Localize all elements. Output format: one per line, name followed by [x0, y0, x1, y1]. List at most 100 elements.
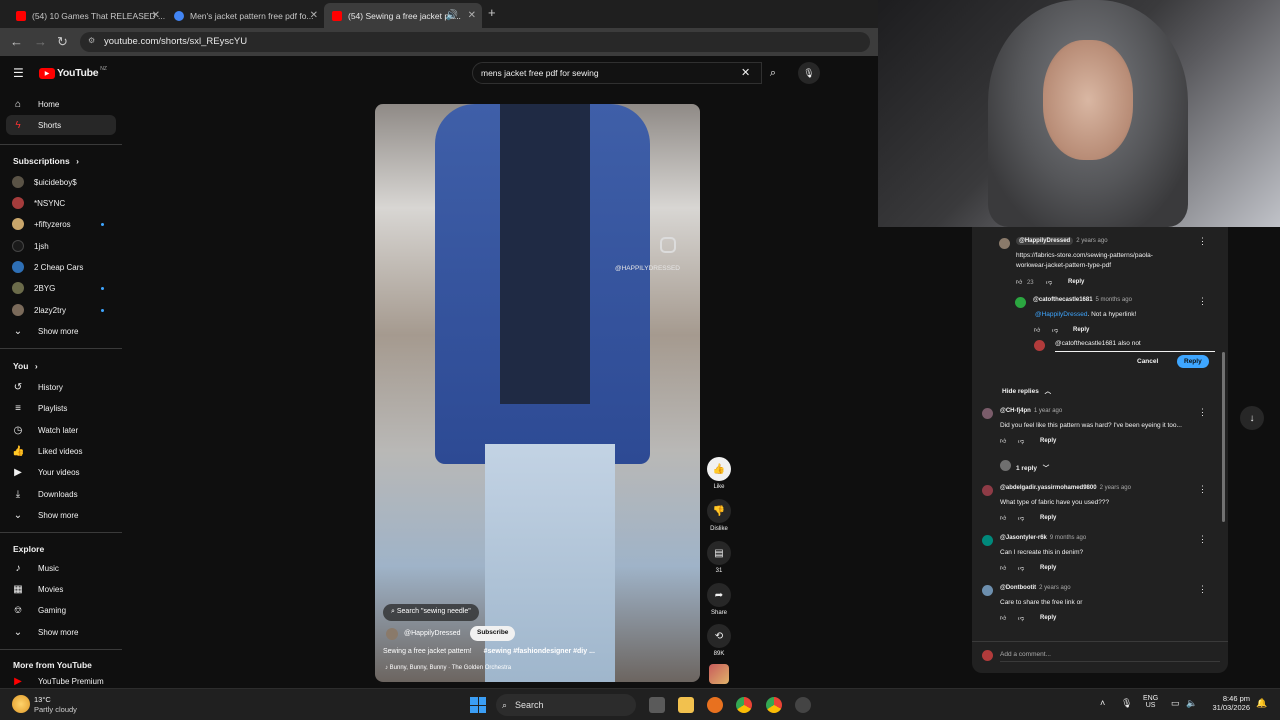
sidebar-show-more-you[interactable]: ⌄ Show more — [6, 505, 116, 525]
commenter-avatar[interactable] — [982, 535, 993, 546]
sidebar-item-shorts[interactable]: ϟ Shorts — [6, 115, 116, 135]
thumbs-up-icon[interactable]: 👍︎ — [1034, 326, 1040, 334]
sidebar-item-gaming[interactable]: ⎊ Gaming — [6, 600, 116, 620]
thumbs-up-icon[interactable]: 👍︎ — [1000, 514, 1006, 522]
commenter-avatar[interactable] — [1015, 297, 1026, 308]
comment-like-button[interactable]: 👍︎ 23 — [1016, 278, 1034, 286]
weather-condition[interactable]: Partly cloudy — [34, 705, 77, 714]
sidebar-item-playlists[interactable]: ≡ Playlists — [6, 398, 116, 418]
commenter-avatar[interactable] — [982, 585, 993, 596]
subscribe-button[interactable]: Subscribe — [470, 626, 516, 641]
you-heading[interactable]: You › — [13, 361, 38, 371]
submit-reply-button[interactable]: Reply — [1177, 355, 1209, 368]
task-view-icon[interactable] — [649, 697, 665, 713]
add-comment-input[interactable]: Add a comment... — [1000, 651, 1220, 662]
volume-icon[interactable]: 🔈 — [1186, 698, 1197, 709]
close-tab-icon[interactable]: ✕ — [468, 10, 476, 21]
new-tab-icon[interactable]: + — [488, 5, 496, 20]
notification-bell-icon[interactable]: 🔔 — [1256, 698, 1267, 709]
language-indicator[interactable]: ENG US — [1143, 695, 1158, 709]
back-arrow-icon[interactable]: ← — [10, 34, 23, 49]
clear-search-icon[interactable]: ✕ — [741, 66, 750, 79]
remix-button[interactable]: ⟲ 89K — [707, 624, 731, 657]
sidebar-item-home[interactable]: ⌂ Home — [6, 94, 116, 114]
more-options-icon[interactable]: ⋮ — [1198, 484, 1207, 495]
sidebar-item-history[interactable]: ↺ History — [6, 377, 116, 397]
speaker-icon[interactable]: 🔊 — [446, 10, 458, 21]
channel-name[interactable]: @HappilyDressed — [404, 630, 461, 637]
browser-tab-2[interactable]: Men's jacket pattern free pdf fo... ✕ — [166, 3, 324, 28]
more-options-icon[interactable]: ⋮ — [1198, 534, 1207, 545]
network-icon[interactable]: ▭ — [1171, 698, 1180, 709]
cancel-button[interactable]: Cancel — [1137, 358, 1158, 365]
thumbs-down-icon[interactable]: 👎︎ — [1018, 514, 1024, 522]
clock[interactable]: 8:46 pm 31/03/2026 — [1208, 694, 1250, 712]
chevron-up-icon[interactable]: ˄ — [1100, 698, 1105, 708]
search-input[interactable]: mens jacket free pdf for sewing — [472, 62, 762, 84]
microphone-icon[interactable]: 🎙 — [1121, 698, 1132, 709]
more-options-icon[interactable]: ⋮ — [1198, 584, 1207, 595]
reply-button[interactable]: Reply — [1073, 327, 1089, 333]
browser-tab-3-active[interactable]: (54) Sewing a free jacket pa... 🔊 ✕ — [324, 3, 482, 28]
share-button[interactable]: ➦ Share — [707, 583, 731, 616]
search-button[interactable]: ⌕ — [762, 62, 784, 84]
sidebar-item-subscription[interactable]: 1jsh — [6, 236, 116, 256]
address-bar[interactable]: ⚙ youtube.com/shorts/sxl_REyscYU — [80, 32, 870, 52]
commenter-avatar[interactable] — [982, 408, 993, 419]
search-suggestion-chip[interactable]: ⌕ Search "sewing needle" — [383, 604, 479, 621]
sidebar-item-music[interactable]: ♪ Music — [6, 558, 116, 578]
sidebar-item-subscription[interactable]: 2 Cheap Cars — [6, 257, 116, 277]
reply-button[interactable]: Reply — [1068, 279, 1084, 285]
more-options-icon[interactable]: ⋮ — [1198, 236, 1207, 247]
sidebar-show-more-explore[interactable]: ⌄ Show more — [6, 622, 116, 642]
reload-icon[interactable]: ↻ — [57, 34, 68, 50]
comment-author[interactable]: @Dontbootit 2 years ago — [1000, 585, 1071, 591]
sidebar-item-watch-later[interactable]: ◷ Watch later — [6, 420, 116, 440]
forward-arrow-icon[interactable]: → — [34, 34, 47, 49]
app-icon[interactable] — [707, 697, 723, 713]
sidebar-item-subscription[interactable]: $uicideboy$ — [6, 172, 116, 192]
subscriptions-heading[interactable]: Subscriptions › — [13, 156, 79, 166]
file-explorer-icon[interactable] — [678, 697, 694, 713]
taskbar-search-box[interactable]: ⌕ Search — [496, 694, 636, 716]
more-options-icon[interactable]: ⋮ — [1198, 296, 1207, 307]
chrome-icon[interactable] — [736, 697, 752, 713]
reply-button[interactable]: Reply — [1040, 565, 1056, 571]
close-tab-icon[interactable]: ✕ — [310, 10, 318, 21]
sound-thumbnail[interactable] — [709, 664, 729, 684]
thumbs-up-icon[interactable]: 👍︎ — [1000, 437, 1006, 445]
next-short-button[interactable]: ↓ — [1240, 406, 1264, 430]
sidebar-item-movies[interactable]: ▦ Movies — [6, 579, 116, 599]
reply-input[interactable]: @catofthecastle1681 also not — [1055, 340, 1215, 352]
sidebar-item-subscription[interactable]: *NSYNC — [6, 193, 116, 213]
browser-tab-1[interactable]: (54) 10 Games That RELEASED ... ✕ — [8, 3, 166, 28]
weather-icon[interactable] — [12, 695, 30, 713]
short-video-player[interactable]: @HAPPILYDRESSED ⌕ Search "sewing needle"… — [375, 104, 700, 682]
thumbs-down-icon[interactable]: 👎︎ — [1018, 614, 1024, 622]
sidebar-item-your-videos[interactable]: ▶ Your videos — [6, 462, 116, 482]
windows-start-icon[interactable] — [470, 697, 486, 713]
reply-button[interactable]: Reply — [1040, 438, 1056, 444]
thumbs-down-icon[interactable]: 👎︎ — [1018, 437, 1024, 445]
dislike-button[interactable]: 👎 Dislike — [707, 499, 731, 532]
mention-link[interactable]: @HappilyDressed — [1035, 311, 1087, 318]
comment-author[interactable]: @catofthecastle1681 5 months ago — [1033, 297, 1132, 303]
thumbs-down-icon[interactable]: 👎︎ — [1018, 564, 1024, 572]
comment-author[interactable]: @CH-fj4pn 1 year ago — [1000, 408, 1062, 414]
comments-button[interactable]: ▤ 31 — [707, 541, 731, 574]
short-sound[interactable]: ♪ Bunny, Bunny, Bunny · The Golden Orche… — [385, 665, 511, 671]
sidebar-show-more-subscriptions[interactable]: ⌄ Show more — [6, 321, 116, 341]
more-options-icon[interactable]: ⋮ — [1198, 407, 1207, 418]
sidebar-item-youtube-premium[interactable]: ▶ YouTube Premium — [6, 673, 116, 689]
comment-author[interactable]: @HappilyDressed 2 years ago — [1016, 237, 1108, 245]
thumbs-up-icon[interactable]: 👍︎ — [1000, 564, 1006, 572]
sidebar-item-subscription[interactable]: +fiftyzeros — [6, 214, 116, 234]
thumbs-down-icon[interactable]: 👎︎ — [1052, 326, 1058, 334]
commenter-avatar[interactable] — [999, 238, 1010, 249]
voice-search-button[interactable]: 🎙 — [798, 62, 820, 84]
weather-temp[interactable]: 13°C — [34, 695, 51, 704]
sidebar-item-subscription[interactable]: 2lazy2try — [6, 300, 116, 320]
settings-gear-icon[interactable] — [795, 697, 811, 713]
site-info-icon[interactable]: ⚙ — [88, 36, 95, 45]
comments-scrollbar[interactable] — [1222, 352, 1225, 522]
